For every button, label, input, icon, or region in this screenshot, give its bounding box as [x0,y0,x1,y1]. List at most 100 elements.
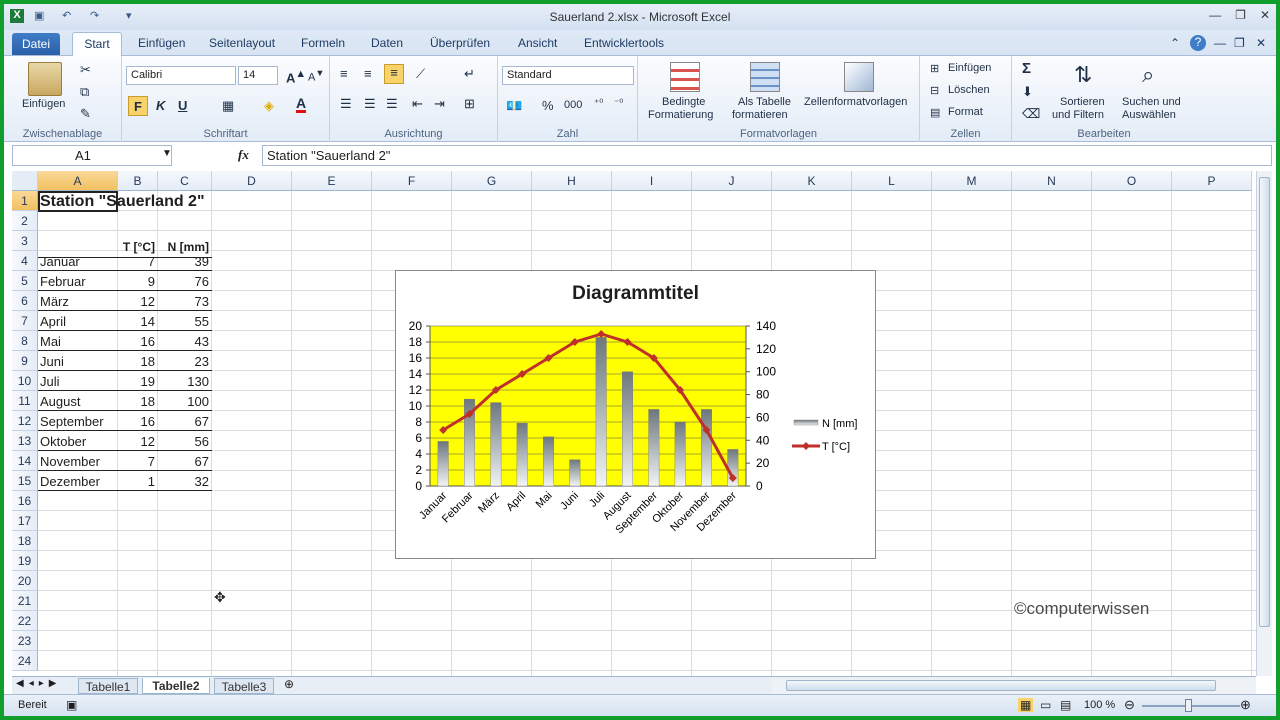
format-as-table-line2[interactable]: formatieren [732,109,788,121]
row-header[interactable]: 22 [12,611,38,631]
zoom-out-icon[interactable]: ⊖ [1124,697,1135,713]
formula-input[interactable]: Station "Sauerland 2" [262,145,1272,166]
row-header[interactable]: 17 [12,511,38,531]
row-header[interactable]: 11 [12,391,38,411]
precipitation-cell[interactable]: 130 [158,371,212,391]
align-middle-icon[interactable]: ≡ [364,66,372,81]
grow-font-icon[interactable]: A▲ [286,68,306,85]
column-header[interactable]: L [852,171,932,191]
help-icon[interactable]: ? [1190,35,1206,51]
temperature-cell[interactable]: 16 [118,411,158,431]
workbook-minimize-icon[interactable]: — [1214,36,1226,50]
select-all-corner[interactable] [12,171,38,191]
paste-icon[interactable] [28,62,62,96]
align-top-icon[interactable]: ≡ [340,66,348,81]
minimize-icon[interactable]: — [1209,8,1221,22]
month-cell[interactable]: Dezember [40,471,118,491]
row-header[interactable]: 4 [12,251,38,271]
row-header[interactable]: 15 [12,471,38,491]
sheet-tab-3[interactable]: Tabelle3 [214,678,274,694]
row-header[interactable]: 21 [12,591,38,611]
column-header[interactable]: F [372,171,452,191]
autosum-icon[interactable]: Σ [1022,60,1031,77]
sort-filter-line2[interactable]: und Filtern [1052,109,1104,121]
temperature-cell[interactable]: 7 [118,251,158,271]
row-header[interactable]: 20 [12,571,38,591]
month-cell[interactable]: Juli [40,371,118,391]
row-header[interactable]: 19 [12,551,38,571]
conditional-formatting-line1[interactable]: Bedingte [662,96,705,108]
align-right-icon[interactable]: ☰ [386,96,398,112]
font-size-select[interactable]: 14 [238,66,278,85]
temperature-cell[interactable]: 1 [118,471,158,491]
page-layout-view-icon[interactable]: ▭ [1040,698,1051,712]
month-cell[interactable]: August [40,391,118,411]
tab-file[interactable]: Datei [12,33,60,55]
row-header[interactable]: 8 [12,331,38,351]
insert-cells-icon[interactable]: ⊞ [930,62,939,75]
wrap-text-icon[interactable]: ↵ [464,66,475,82]
name-box[interactable]: A1 [12,145,172,166]
delete-cells-icon[interactable]: ⊟ [930,84,939,97]
precipitation-cell[interactable]: 32 [158,471,212,491]
format-as-table-icon[interactable] [750,62,780,92]
fill-color-icon[interactable]: ◈ [264,98,274,114]
row-header[interactable]: 2 [12,211,38,231]
column-header[interactable]: B [118,171,158,191]
tab-formulas[interactable]: Formeln [301,36,345,50]
vertical-scroll-thumb[interactable] [1259,177,1270,627]
minimize-ribbon-icon[interactable]: ⌃ [1170,36,1180,50]
copy-icon[interactable]: ⧉ [80,84,89,100]
temperature-cell[interactable]: 14 [118,311,158,331]
format-painter-icon[interactable]: ✎ [80,106,91,122]
shrink-font-icon[interactable]: A▼ [308,68,324,84]
font-color-icon[interactable]: A [296,96,307,113]
align-bottom-icon[interactable]: ≡ [384,64,404,84]
number-format-select[interactable]: Standard [502,66,634,85]
tab-view[interactable]: Ansicht [518,36,557,50]
merge-center-icon[interactable]: ⊞ [464,96,475,112]
tab-data[interactable]: Daten [371,36,403,50]
precipitation-cell[interactable]: 39 [158,251,212,271]
column-header[interactable]: H [532,171,612,191]
row-header[interactable]: 16 [12,491,38,511]
temperature-cell[interactable]: 18 [118,351,158,371]
row-header[interactable]: 24 [12,651,38,671]
temperature-cell[interactable]: 18 [118,391,158,411]
thousands-button[interactable]: 000 [564,99,582,111]
conditional-formatting-icon[interactable] [670,62,700,92]
macro-record-icon[interactable]: ▣ [66,698,77,712]
month-cell[interactable]: März [40,291,118,311]
vertical-scrollbar[interactable] [1256,171,1272,676]
name-box-dropdown-icon[interactable]: ▼ [162,148,172,159]
month-cell[interactable]: Oktober [40,431,118,451]
temperature-cell[interactable]: 12 [118,291,158,311]
workbook-close-icon[interactable]: ✕ [1256,36,1266,50]
column-header[interactable]: C [158,171,212,191]
borders-icon[interactable]: ▦ [222,98,234,114]
increase-indent-icon[interactable]: ⇥ [434,96,445,112]
row-header[interactable]: 6 [12,291,38,311]
align-left-icon[interactable]: ☰ [340,96,352,112]
normal-view-icon[interactable]: ▦ [1018,698,1034,712]
row-header[interactable]: 23 [12,631,38,651]
currency-icon[interactable]: 💶 [506,98,522,114]
percent-button[interactable]: % [542,98,554,113]
precipitation-cell[interactable]: 67 [158,451,212,471]
temperature-cell[interactable]: 7 [118,451,158,471]
delete-cells-button[interactable]: Löschen [948,84,990,96]
cell-styles-icon[interactable] [844,62,874,92]
close-icon[interactable]: ✕ [1260,8,1270,22]
precipitation-cell[interactable]: 55 [158,311,212,331]
month-cell[interactable]: Mai [40,331,118,351]
month-cell[interactable]: Februar [40,271,118,291]
tab-developer[interactable]: Entwicklertools [584,36,664,50]
find-select-line2[interactable]: Auswählen [1122,109,1176,121]
column-header[interactable]: O [1092,171,1172,191]
new-sheet-icon[interactable]: ⊕ [284,677,294,691]
tab-page-layout[interactable]: Seitenlayout [209,36,275,50]
zoom-in-icon[interactable]: ⊕ [1240,697,1251,713]
format-as-table-line1[interactable]: Als Tabelle [738,96,791,108]
zoom-level[interactable]: 100 % [1084,699,1115,711]
row-header[interactable]: 5 [12,271,38,291]
